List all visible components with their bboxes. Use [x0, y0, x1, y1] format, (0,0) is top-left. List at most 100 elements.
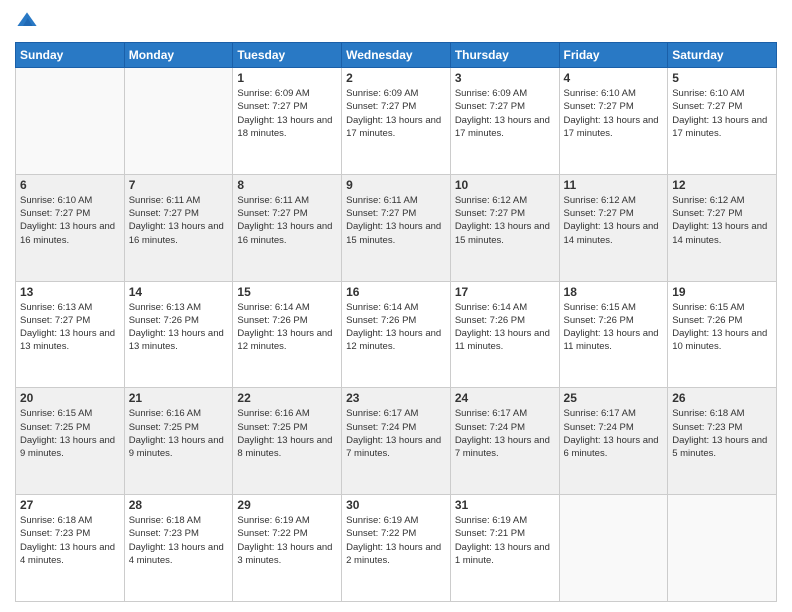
calendar-cell: 2Sunrise: 6:09 AMSunset: 7:27 PMDaylight…	[342, 68, 451, 175]
calendar-cell: 1 Sunrise: 6:09 AMSunset: 7:27 PMDaylight…	[233, 68, 342, 175]
day-info: Sunrise: 6:18 AMSunset: 7:23 PMDaylight:…	[129, 514, 229, 567]
day-number: 14	[129, 285, 229, 299]
day-info: Sunrise: 6:09 AMSunset: 7:27 PMDaylight:…	[455, 87, 555, 140]
day-info: Sunrise: 6:17 AMSunset: 7:24 PMDaylight:…	[346, 407, 446, 460]
calendar-cell: 27 Sunrise: 6:18 AMSunset: 7:23 PMDayligh…	[16, 495, 125, 602]
week-row-2: 6 Sunrise: 6:10 AMSunset: 7:27 PMDaylight…	[16, 174, 777, 281]
weekday-header-wednesday: Wednesday	[342, 43, 451, 68]
day-number: 9	[346, 178, 446, 192]
calendar-cell: 8Sunrise: 6:11 AMSunset: 7:27 PMDaylight…	[233, 174, 342, 281]
day-info: Sunrise: 6:18 AMSunset: 7:23 PMDaylight:…	[672, 407, 772, 460]
weekday-header-row: SundayMondayTuesdayWednesdayThursdayFrid…	[16, 43, 777, 68]
day-info: Sunrise: 6:12 AMSunset: 7:27 PMDaylight:…	[672, 194, 772, 247]
day-number: 17	[455, 285, 555, 299]
day-info: Sunrise: 6:16 AMSunset: 7:25 PMDaylight:…	[129, 407, 229, 460]
calendar-cell	[559, 495, 668, 602]
calendar-cell: 30 Sunrise: 6:19 AMSunset: 7:22 PMDayligh…	[342, 495, 451, 602]
day-info: Sunrise: 6:19 AMSunset: 7:21 PMDaylight:…	[455, 514, 555, 567]
calendar-cell: 31 Sunrise: 6:19 AMSunset: 7:21 PMDayligh…	[450, 495, 559, 602]
calendar-cell: 19 Sunrise: 6:15 AMSunset: 7:26 PMDayligh…	[668, 281, 777, 388]
calendar-cell: 12 Sunrise: 6:12 AMSunset: 7:27 PMDayligh…	[668, 174, 777, 281]
logo	[15, 10, 43, 34]
day-info: Sunrise: 6:15 AMSunset: 7:26 PMDaylight:…	[672, 301, 772, 354]
day-number: 13	[20, 285, 120, 299]
day-info: Sunrise: 6:16 AMSunset: 7:25 PMDaylight:…	[237, 407, 337, 460]
day-number: 5	[672, 71, 772, 85]
week-row-5: 27 Sunrise: 6:18 AMSunset: 7:23 PMDayligh…	[16, 495, 777, 602]
calendar-cell: 29Sunrise: 6:19 AMSunset: 7:22 PMDayligh…	[233, 495, 342, 602]
calendar-cell	[668, 495, 777, 602]
day-info: Sunrise: 6:19 AMSunset: 7:22 PMDaylight:…	[346, 514, 446, 567]
day-info: Sunrise: 6:17 AMSunset: 7:24 PMDaylight:…	[455, 407, 555, 460]
calendar-cell: 4Sunrise: 6:10 AMSunset: 7:27 PMDaylight…	[559, 68, 668, 175]
calendar-cell: 14 Sunrise: 6:13 AMSunset: 7:26 PMDayligh…	[124, 281, 233, 388]
day-number: 7	[129, 178, 229, 192]
calendar-cell: 11 Sunrise: 6:12 AMSunset: 7:27 PMDayligh…	[559, 174, 668, 281]
calendar-cell: 3 Sunrise: 6:09 AMSunset: 7:27 PMDaylight…	[450, 68, 559, 175]
day-number: 12	[672, 178, 772, 192]
day-number: 31	[455, 498, 555, 512]
day-number: 27	[20, 498, 120, 512]
calendar-cell: 16 Sunrise: 6:14 AMSunset: 7:26 PMDayligh…	[342, 281, 451, 388]
calendar-cell: 25 Sunrise: 6:17 AMSunset: 7:24 PMDayligh…	[559, 388, 668, 495]
calendar-cell: 9 Sunrise: 6:11 AMSunset: 7:27 PMDaylight…	[342, 174, 451, 281]
day-number: 29	[237, 498, 337, 512]
calendar-cell: 7Sunrise: 6:11 AMSunset: 7:27 PMDaylight…	[124, 174, 233, 281]
day-number: 2	[346, 71, 446, 85]
calendar-cell: 21Sunrise: 6:16 AMSunset: 7:25 PMDayligh…	[124, 388, 233, 495]
calendar-cell: 23 Sunrise: 6:17 AMSunset: 7:24 PMDayligh…	[342, 388, 451, 495]
calendar-cell: 13 Sunrise: 6:13 AMSunset: 7:27 PMDayligh…	[16, 281, 125, 388]
calendar-cell: 24 Sunrise: 6:17 AMSunset: 7:24 PMDayligh…	[450, 388, 559, 495]
header	[15, 10, 777, 34]
day-info: Sunrise: 6:15 AMSunset: 7:25 PMDaylight:…	[20, 407, 120, 460]
calendar-cell: 15 Sunrise: 6:14 AMSunset: 7:26 PMDayligh…	[233, 281, 342, 388]
day-number: 30	[346, 498, 446, 512]
calendar-table: SundayMondayTuesdayWednesdayThursdayFrid…	[15, 42, 777, 602]
calendar-cell: 10Sunrise: 6:12 AMSunset: 7:27 PMDayligh…	[450, 174, 559, 281]
weekday-header-monday: Monday	[124, 43, 233, 68]
day-number: 28	[129, 498, 229, 512]
day-info: Sunrise: 6:13 AMSunset: 7:27 PMDaylight:…	[20, 301, 120, 354]
day-number: 10	[455, 178, 555, 192]
day-info: Sunrise: 6:14 AMSunset: 7:26 PMDaylight:…	[455, 301, 555, 354]
calendar-cell	[16, 68, 125, 175]
calendar-cell: 17 Sunrise: 6:14 AMSunset: 7:26 PMDayligh…	[450, 281, 559, 388]
day-number: 6	[20, 178, 120, 192]
day-info: Sunrise: 6:09 AMSunset: 7:27 PMDaylight:…	[237, 87, 337, 140]
day-info: Sunrise: 6:12 AMSunset: 7:27 PMDaylight:…	[564, 194, 664, 247]
day-number: 11	[564, 178, 664, 192]
calendar-cell: 28 Sunrise: 6:18 AMSunset: 7:23 PMDayligh…	[124, 495, 233, 602]
calendar-cell: 20 Sunrise: 6:15 AMSunset: 7:25 PMDayligh…	[16, 388, 125, 495]
page: SundayMondayTuesdayWednesdayThursdayFrid…	[0, 0, 792, 612]
weekday-header-friday: Friday	[559, 43, 668, 68]
day-number: 20	[20, 391, 120, 405]
day-info: Sunrise: 6:10 AMSunset: 7:27 PMDaylight:…	[672, 87, 772, 140]
day-info: Sunrise: 6:17 AMSunset: 7:24 PMDaylight:…	[564, 407, 664, 460]
day-info: Sunrise: 6:15 AMSunset: 7:26 PMDaylight:…	[564, 301, 664, 354]
week-row-3: 13 Sunrise: 6:13 AMSunset: 7:27 PMDayligh…	[16, 281, 777, 388]
day-info: Sunrise: 6:11 AMSunset: 7:27 PMDaylight:…	[346, 194, 446, 247]
day-info: Sunrise: 6:10 AMSunset: 7:27 PMDaylight:…	[20, 194, 120, 247]
day-number: 26	[672, 391, 772, 405]
day-number: 3	[455, 71, 555, 85]
day-number: 16	[346, 285, 446, 299]
calendar-cell: 26 Sunrise: 6:18 AMSunset: 7:23 PMDayligh…	[668, 388, 777, 495]
day-number: 25	[564, 391, 664, 405]
day-info: Sunrise: 6:10 AMSunset: 7:27 PMDaylight:…	[564, 87, 664, 140]
day-info: Sunrise: 6:14 AMSunset: 7:26 PMDaylight:…	[237, 301, 337, 354]
calendar-cell	[124, 68, 233, 175]
day-info: Sunrise: 6:14 AMSunset: 7:26 PMDaylight:…	[346, 301, 446, 354]
day-info: Sunrise: 6:18 AMSunset: 7:23 PMDaylight:…	[20, 514, 120, 567]
day-info: Sunrise: 6:13 AMSunset: 7:26 PMDaylight:…	[129, 301, 229, 354]
day-number: 15	[237, 285, 337, 299]
day-info: Sunrise: 6:11 AMSunset: 7:27 PMDaylight:…	[237, 194, 337, 247]
day-number: 18	[564, 285, 664, 299]
day-number: 23	[346, 391, 446, 405]
calendar-cell: 18 Sunrise: 6:15 AMSunset: 7:26 PMDayligh…	[559, 281, 668, 388]
day-number: 24	[455, 391, 555, 405]
week-row-1: 1 Sunrise: 6:09 AMSunset: 7:27 PMDaylight…	[16, 68, 777, 175]
day-number: 19	[672, 285, 772, 299]
weekday-header-saturday: Saturday	[668, 43, 777, 68]
weekday-header-sunday: Sunday	[16, 43, 125, 68]
day-number: 1	[237, 71, 337, 85]
